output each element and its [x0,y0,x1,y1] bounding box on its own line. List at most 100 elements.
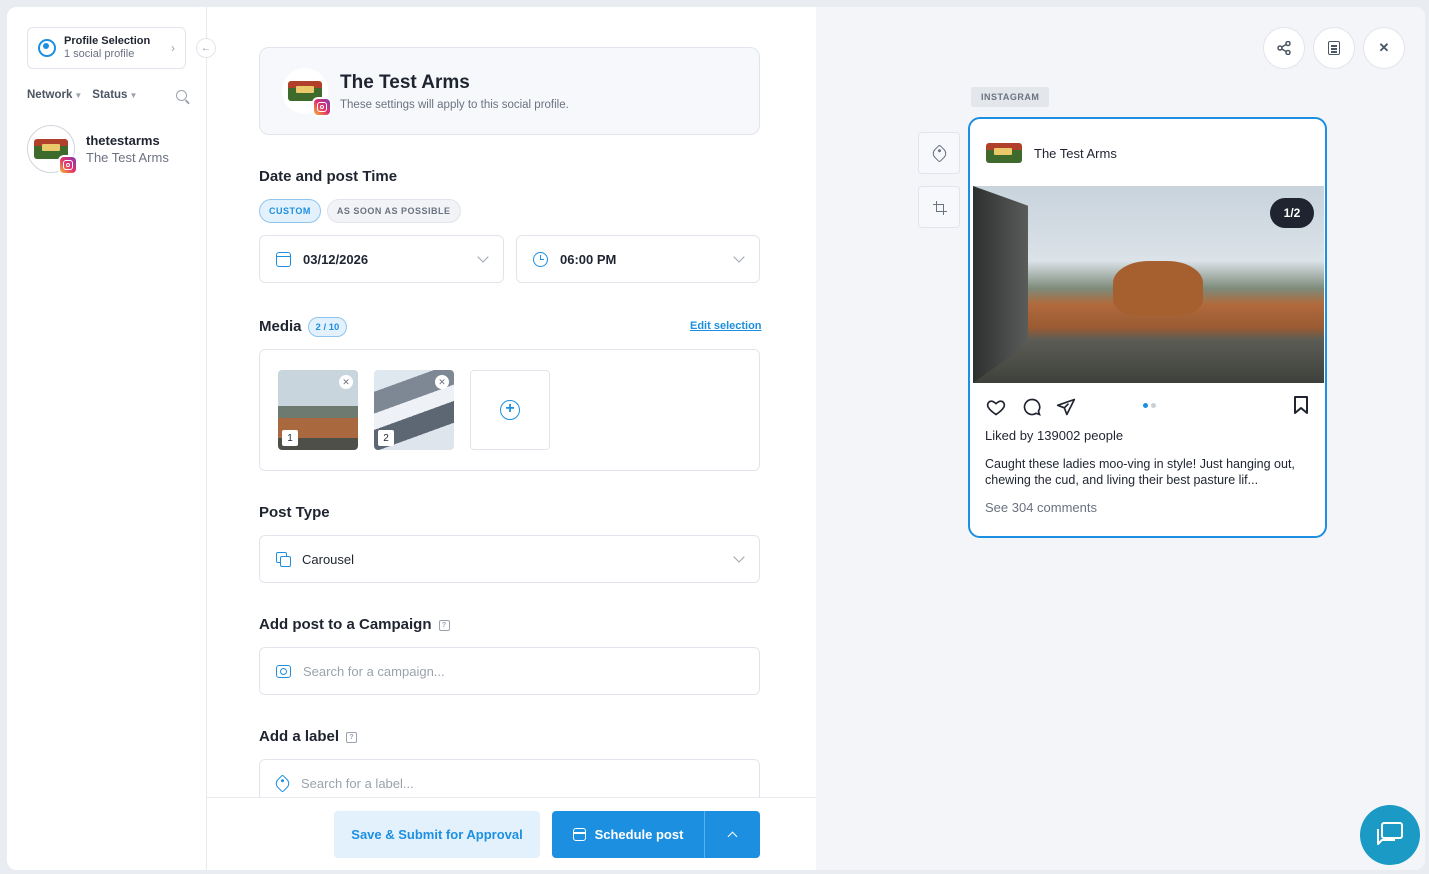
instagram-icon [312,97,332,117]
schedule-mode-chips: CUSTOM AS SOON AS POSSIBLE [259,199,467,223]
post-type-select[interactable]: Carousel [259,535,760,583]
chevron-down-icon: ▼ [74,91,83,100]
tag-icon [273,773,292,793]
close-button[interactable]: ✕ [1363,27,1405,69]
notes-button[interactable] [1313,27,1355,69]
network-filter[interactable]: Network ▼ [27,89,82,101]
remove-media-icon[interactable]: ✕ [435,375,449,389]
media-count-badge: 2 / 10 [307,317,348,337]
schedule-post-split-button: Schedule post [552,811,760,858]
comments-link[interactable]: See 304 comments [985,500,1097,515]
profile-card: The Test Arms These settings will apply … [259,47,760,135]
campaign-title-row: Add post to a Campaign? [259,616,450,633]
carousel-dots [1143,403,1159,408]
collapse-sidebar-button[interactable]: ← [196,38,216,58]
chevron-down-icon [733,251,745,263]
label-title-row: Add a label? [259,728,358,745]
brand-logo-icon [986,143,1022,163]
save-submit-approval-button[interactable]: Save & Submit for Approval [334,811,540,858]
profile-selection-texts: Profile Selection 1 social profile [64,35,171,61]
avatar [282,68,332,117]
bookmark-icon[interactable] [1293,395,1309,420]
user-circle-icon [38,39,56,57]
preview-image[interactable]: 1/2 [973,186,1324,383]
remove-media-icon[interactable]: ✕ [339,375,353,389]
chip-custom[interactable]: CUSTOM [259,199,321,223]
preview-actions [986,395,1309,420]
schedule-post-button[interactable]: Schedule post [552,811,704,858]
add-media-button[interactable]: + [470,370,550,450]
crop-tool-button[interactable] [918,186,960,228]
account-handle: thetestarms [86,133,160,148]
preview-header: The Test Arms [986,143,1117,163]
carousel-icon [276,552,291,567]
chat-support-button[interactable] [1360,805,1420,865]
post-caption: Caught these ladies moo-ving in style! J… [985,457,1295,487]
status-filter-label: Status [92,89,128,101]
action-bar: Save & Submit for Approval Schedule post [207,797,816,870]
campaign-placeholder: Search for a campaign... [303,663,445,679]
instagram-icon [58,155,78,175]
label-title: Add a label [259,728,340,745]
media-box: ✕ 1 ✕ 2 + [259,349,760,471]
media-title: Media [259,317,302,335]
date-value: 03/12/2026 [303,251,369,267]
help-icon[interactable]: ? [346,731,358,743]
notes-icon [1328,41,1340,55]
avatar [27,125,78,175]
chevron-up-icon [727,831,738,842]
date-time-title: Date and post Time [259,168,398,185]
schedule-post-label: Schedule post [594,827,684,842]
comment-icon[interactable] [1022,397,1042,417]
status-filter[interactable]: Status ▼ [92,89,137,101]
search-icon[interactable] [176,89,187,101]
plus-circle-icon: + [500,400,520,420]
clock-icon [533,251,548,267]
account-item[interactable]: thetestarms The Test Arms [27,125,169,175]
profile-card-texts: The Test Arms These settings will apply … [340,72,569,111]
media-order-number: 1 [282,430,298,446]
barn-shape [973,186,1028,383]
help-icon[interactable]: ? [438,619,450,631]
media-title-row: Media 2 / 10 [259,317,348,337]
chevron-right-icon: › [171,41,175,55]
app-window: Profile Selection 1 social profile › Net… [7,7,1425,870]
send-icon[interactable] [1056,397,1076,417]
crop-icon [932,200,947,215]
post-type-value: Carousel [302,551,355,567]
schedule-options-toggle[interactable] [704,811,760,858]
post-settings-form: The Test Arms These settings will apply … [207,7,816,870]
chevron-down-icon: ▼ [129,91,138,100]
tag-icon [929,143,949,163]
media-thumbnail-cow[interactable]: ✕ 1 [278,370,358,450]
network-label: INSTAGRAM [971,87,1050,107]
label-placeholder: Search for a label... [301,775,414,791]
account-name: The Test Arms [86,150,169,165]
chevron-down-icon [477,251,489,263]
campaign-search-input[interactable]: Search for a campaign... [259,647,760,695]
heart-icon[interactable] [986,397,1006,417]
chat-icon [1377,822,1403,845]
tag-tool-button[interactable] [918,132,960,174]
profile-name: The Test Arms [340,71,470,93]
post-preview-panel: ✕ INSTAGRAM The Test Arms 1/2 Liked by 1… [816,7,1425,870]
arrow-left-icon: ← [201,42,211,54]
campaign-icon [276,664,291,678]
share-button[interactable] [1263,27,1305,69]
likes-count: Liked by 139002 people [985,428,1124,443]
chevron-down-icon [733,551,745,563]
instagram-post-preview: The Test Arms 1/2 Liked by 139002 people… [968,117,1327,538]
chip-as-soon-as-possible[interactable]: AS SOON AS POSSIBLE [326,199,461,223]
profile-selection-subtitle: 1 social profile [64,48,135,60]
calendar-check-icon [572,828,586,841]
close-icon: ✕ [1378,40,1390,55]
edit-selection-link[interactable]: Edit selection [690,320,762,332]
media-thumbnail-mountains[interactable]: ✕ 2 [374,370,454,450]
slide-counter: 1/2 [1270,198,1314,228]
media-order-number: 2 [378,430,394,446]
date-picker[interactable]: 03/12/2026 [259,235,504,283]
campaign-title: Add post to a Campaign [259,616,432,633]
profile-selection-button[interactable]: Profile Selection 1 social profile › [27,27,186,69]
post-type-title: Post Type [259,504,330,521]
time-picker[interactable]: 06:00 PM [516,235,760,283]
